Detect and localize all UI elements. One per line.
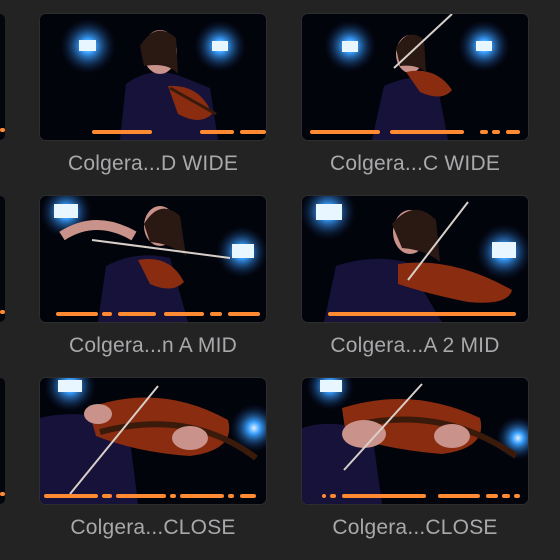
clip-name: Colgera...CLOSE <box>332 516 498 539</box>
clip-name: Colgera...A 2 MID <box>330 334 500 357</box>
keyword-range-bar <box>92 130 152 134</box>
video-thumbnail[interactable] <box>40 196 266 322</box>
clip-name: Colgera...D WIDE <box>67 152 239 175</box>
partial-clip-left-row-2[interactable] <box>0 196 5 322</box>
keyword-range-bar <box>0 128 5 132</box>
partial-clip-left-row-3[interactable] <box>0 378 5 504</box>
video-thumbnail[interactable] <box>302 14 528 140</box>
clip-name: Colgera...n A MID <box>69 334 237 357</box>
keyword-range-bar <box>0 492 5 496</box>
video-thumbnail[interactable] <box>40 14 266 140</box>
clip-browser: Colgera...D WIDE Colgera...C WIDE Colger… <box>0 0 560 560</box>
clip-name: Colgera...CLOSE <box>70 516 236 539</box>
keyword-range-bar <box>0 310 5 314</box>
video-thumbnail[interactable] <box>40 378 266 504</box>
partial-clip-left-row-1[interactable] <box>0 14 5 140</box>
video-thumbnail[interactable] <box>302 196 528 322</box>
video-thumbnail[interactable] <box>302 378 528 504</box>
clip-name: Colgera...C WIDE <box>329 152 501 175</box>
